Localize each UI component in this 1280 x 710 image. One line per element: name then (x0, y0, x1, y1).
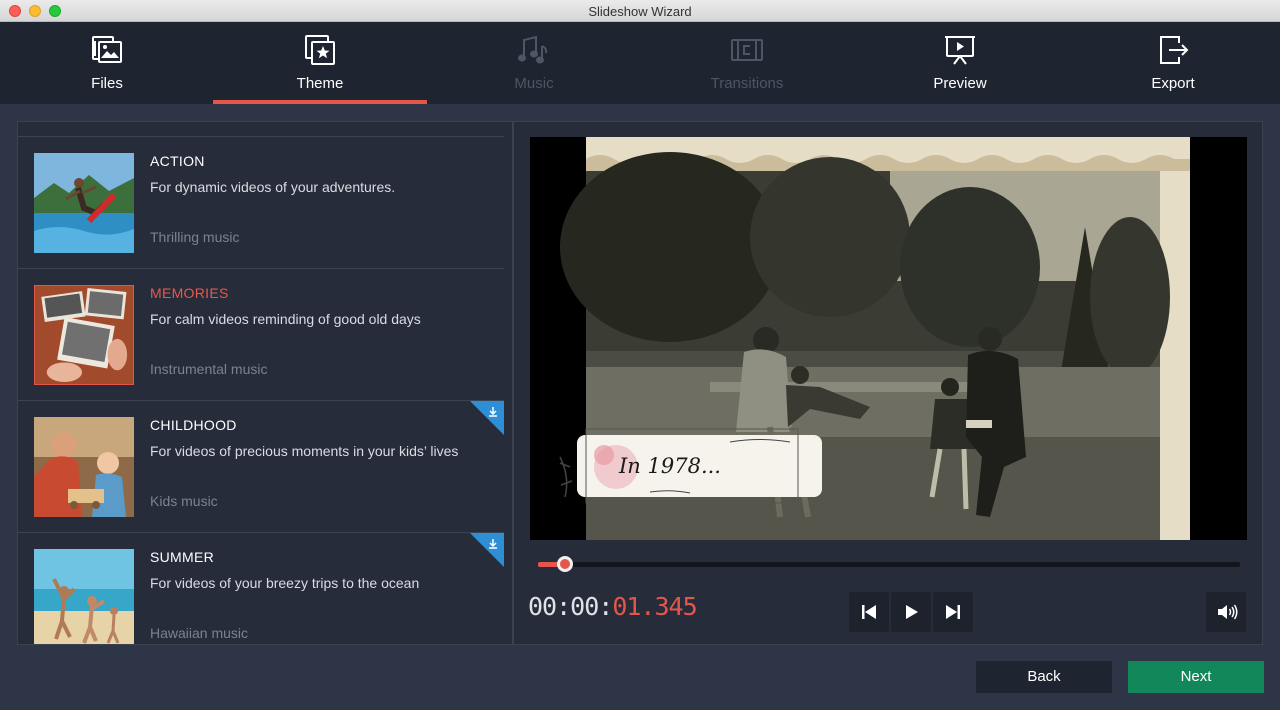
tab-preview[interactable]: Preview (853, 22, 1067, 104)
theme-title: CHILDHOOD (150, 417, 237, 433)
skip-back-icon (862, 605, 876, 619)
main-content: ACTION For dynamic videos of your advent… (0, 104, 1280, 710)
theme-music: Kids music (150, 493, 218, 509)
theme-description: For calm videos reminding of good old da… (150, 311, 421, 327)
files-icon (92, 36, 122, 63)
window-title: Slideshow Wizard (588, 4, 692, 19)
volume-button[interactable] (1206, 592, 1246, 632)
timecode: 00:00:01.345 (528, 592, 698, 621)
theme-title: ACTION (150, 153, 205, 169)
tab-theme-label: Theme (296, 75, 344, 92)
playback-progress-track[interactable] (538, 562, 1240, 567)
tab-files-label: Files (91, 75, 123, 92)
tab-music[interactable]: Music (427, 22, 641, 104)
theme-description: For videos of precious moments in your k… (150, 443, 459, 459)
preview-caption: In 1978... (619, 454, 721, 478)
next-button[interactable]: Next (1128, 661, 1264, 693)
tab-theme[interactable]: Theme (213, 22, 427, 104)
skip-back-button[interactable] (849, 592, 889, 632)
tab-export-label: Export (1151, 75, 1195, 92)
title-bar: Slideshow Wizard (0, 0, 1280, 22)
tab-preview-label: Preview (933, 75, 987, 92)
theme-list[interactable]: ACTION For dynamic videos of your advent… (17, 121, 513, 645)
timecode-prefix: 00:00: (528, 592, 613, 621)
theme-title: SUMMER (150, 549, 215, 565)
theme-thumbnail-action (34, 153, 134, 253)
tab-transitions[interactable]: Transitions (640, 22, 854, 104)
tab-transitions-label: Transitions (710, 75, 784, 92)
back-button[interactable]: Back (976, 661, 1112, 693)
wizard-toolbar: Files Theme Music Transitions Preview Ex… (0, 22, 1280, 104)
theme-description: For videos of your breezy trips to the o… (150, 575, 420, 591)
export-icon (1160, 36, 1189, 64)
theme-item-childhood[interactable]: CHILDHOOD For videos of precious moments… (18, 401, 504, 533)
theme-music: Hawaiian music (150, 625, 249, 641)
skip-forward-button[interactable] (933, 592, 973, 632)
theme-item-summer[interactable]: SUMMER For videos of your breezy trips t… (18, 533, 504, 644)
video-preview[interactable]: In 1978... (530, 137, 1247, 540)
list-top-divider (18, 122, 504, 137)
theme-title: MEMORIES (150, 285, 229, 301)
theme-thumbnail-childhood (34, 417, 134, 517)
play-icon (906, 605, 918, 619)
volume-icon (1218, 604, 1238, 620)
music-icon (518, 35, 548, 64)
preview-icon (945, 36, 975, 65)
playback-progress-handle[interactable] (557, 556, 573, 572)
tab-music-label: Music (514, 75, 554, 92)
theme-thumbnail-summer (34, 549, 134, 644)
play-button[interactable] (891, 592, 931, 632)
theme-description: For dynamic videos of your adventures. (150, 179, 396, 195)
theme-item-action[interactable]: ACTION For dynamic videos of your advent… (18, 137, 504, 269)
preview-frame-image (530, 137, 1247, 540)
preview-panel: In 1978... 00:00:01.345 (513, 121, 1263, 645)
download-icon[interactable] (470, 533, 504, 567)
download-icon[interactable] (470, 401, 504, 435)
skip-forward-icon (946, 605, 960, 619)
theme-music: Instrumental music (150, 361, 268, 377)
theme-music: Thrilling music (150, 229, 240, 245)
transitions-icon (731, 39, 763, 61)
theme-item-memories[interactable]: MEMORIES For calm videos reminding of go… (18, 269, 504, 401)
tab-export[interactable]: Export (1066, 22, 1280, 104)
theme-thumbnail-memories (34, 285, 134, 385)
timecode-value: 01.345 (612, 592, 697, 621)
tab-files[interactable]: Files (0, 22, 214, 104)
theme-icon (305, 35, 335, 65)
